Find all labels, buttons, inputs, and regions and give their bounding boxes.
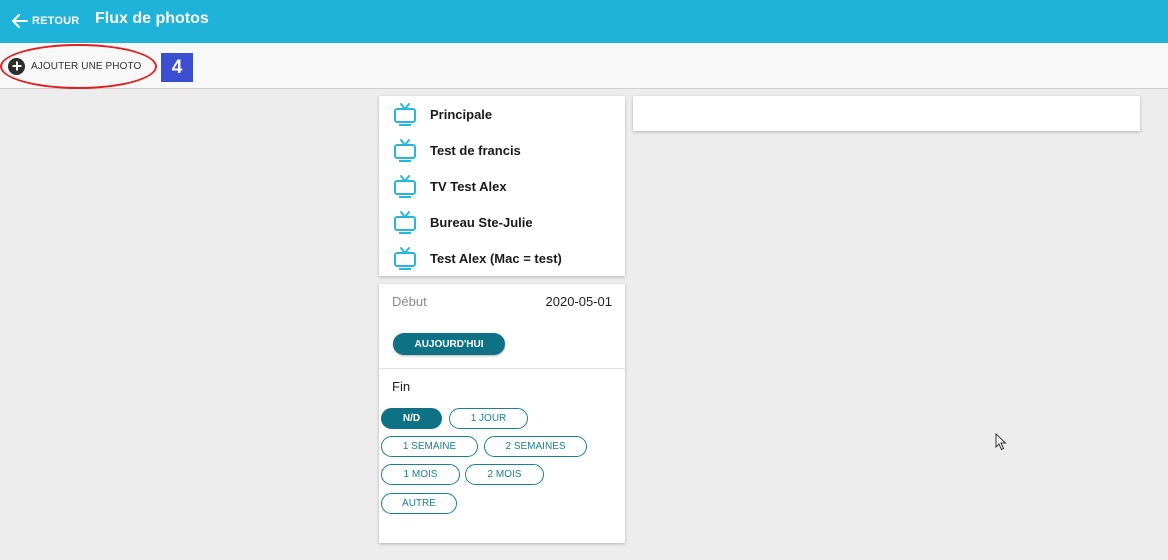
end-option-1-day-chip[interactable]: 1 JOUR bbox=[449, 408, 528, 429]
list-item[interactable]: Test Alex (Mac = test) bbox=[379, 240, 625, 276]
screen-label: Test Alex (Mac = test) bbox=[430, 250, 562, 266]
end-option-nd-chip[interactable]: N/D bbox=[381, 408, 442, 429]
plus-circle-icon bbox=[8, 57, 25, 75]
tv-icon bbox=[394, 103, 416, 126]
screen-label: TV Test Alex bbox=[430, 178, 507, 194]
app-header: RETOUR Flux de photos bbox=[0, 0, 1168, 43]
tv-icon bbox=[394, 139, 416, 162]
list-item[interactable]: TV Test Alex bbox=[379, 168, 625, 204]
end-option-other-chip[interactable]: AUTRE bbox=[381, 493, 457, 514]
step-number-badge: 4 bbox=[161, 53, 193, 82]
screen-label: Test de francis bbox=[430, 142, 521, 158]
add-photo-button[interactable]: AJOUTER UNE PHOTO bbox=[8, 56, 141, 76]
tv-icon bbox=[394, 247, 416, 270]
list-item[interactable]: Principale bbox=[379, 96, 625, 132]
photo-feed-panel bbox=[633, 96, 1140, 131]
arrow-left-icon bbox=[12, 14, 28, 28]
date-range-card: Début 2020-05-01 AUJOURD'HUI Fin N/D 1 J… bbox=[379, 284, 625, 543]
end-date-label: Fin bbox=[392, 379, 411, 394]
divider bbox=[379, 368, 625, 369]
end-option-2-weeks-chip[interactable]: 2 SEMAINES bbox=[484, 436, 587, 457]
app-root: RETOUR Flux de photos AJOUTER UNE PHOTO … bbox=[0, 0, 1168, 560]
list-item[interactable]: Bureau Ste-Julie bbox=[379, 204, 625, 240]
screens-list-card: Principale Test de francis TV Test Alex bbox=[379, 96, 625, 276]
end-option-2-months-chip[interactable]: 2 MOIS bbox=[465, 464, 544, 485]
add-photo-label: AJOUTER UNE PHOTO bbox=[31, 60, 142, 72]
screen-label: Bureau Ste-Julie bbox=[430, 214, 533, 230]
screen-label: Principale bbox=[430, 106, 493, 122]
mouse-pointer-icon bbox=[995, 433, 1007, 451]
today-button[interactable]: AUJOURD'HUI bbox=[393, 333, 505, 355]
tv-icon bbox=[394, 211, 416, 234]
back-button[interactable]: RETOUR bbox=[12, 11, 79, 31]
start-date-value[interactable]: 2020-05-01 bbox=[546, 294, 613, 309]
end-option-1-month-chip[interactable]: 1 MOIS bbox=[381, 464, 460, 485]
start-date-label: Début bbox=[392, 294, 427, 309]
list-item[interactable]: Test de francis bbox=[379, 132, 625, 168]
back-label: RETOUR bbox=[32, 15, 80, 27]
page-title: Flux de photos bbox=[95, 10, 209, 27]
end-option-1-week-chip[interactable]: 1 SEMAINE bbox=[381, 436, 478, 457]
tv-icon bbox=[394, 175, 416, 198]
